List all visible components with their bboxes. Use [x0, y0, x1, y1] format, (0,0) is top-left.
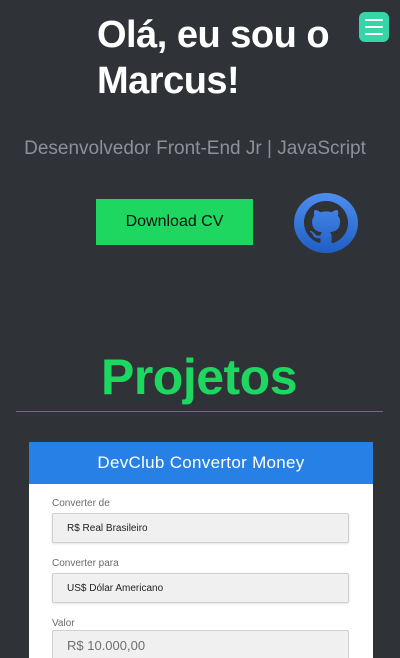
- value-input[interactable]: [52, 630, 349, 658]
- projects-title: Projetos: [100, 349, 298, 405]
- section-divider: [16, 411, 383, 412]
- hero-subtitle: Desenvolvedor Front-End Jr | JavaScript: [24, 138, 366, 159]
- github-link[interactable]: [293, 192, 359, 254]
- value-label: Valor: [52, 618, 75, 629]
- download-cv-button[interactable]: Download CV: [96, 199, 253, 245]
- project-card-converter[interactable]: DevClub Convertor Money Converter de R$ …: [29, 442, 373, 658]
- from-currency-select[interactable]: R$ Real Brasileiro: [52, 513, 349, 543]
- to-currency-label: Converter para: [52, 558, 119, 569]
- hamburger-menu-icon: [365, 19, 383, 21]
- menu-button[interactable]: [359, 12, 389, 42]
- github-octocat-icon: [294, 193, 358, 253]
- to-currency-select[interactable]: US$ Dólar Americano: [52, 573, 349, 603]
- hero-title: Olá, eu sou o Marcus!: [97, 14, 330, 102]
- from-currency-label: Converter de: [52, 498, 110, 509]
- card-header: DevClub Convertor Money: [29, 442, 373, 484]
